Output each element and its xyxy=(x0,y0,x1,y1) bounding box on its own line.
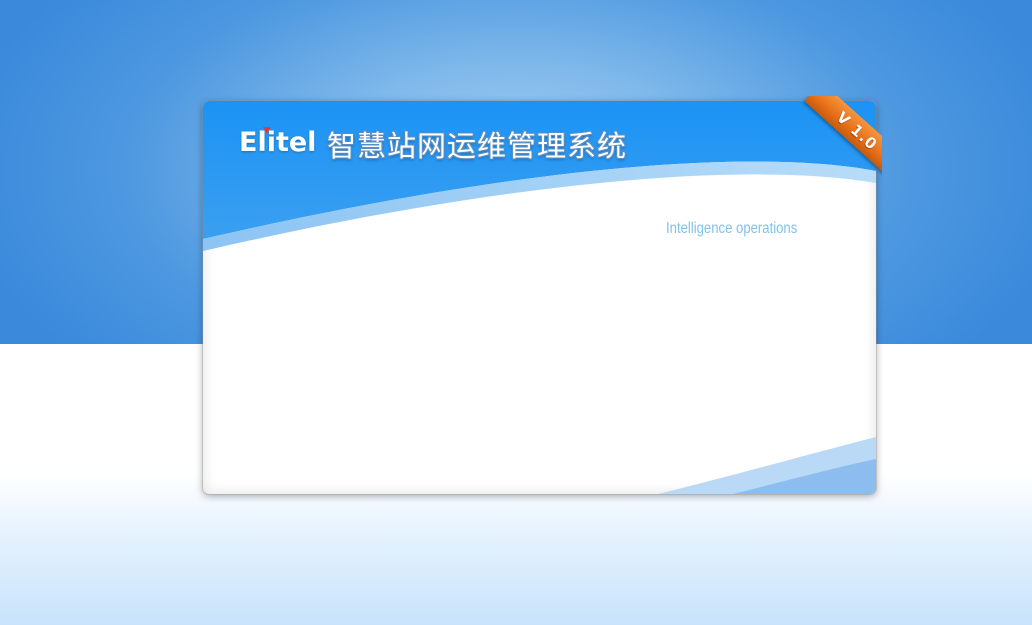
elitel-logo: Elitel xyxy=(239,127,317,158)
login-panel: Elitel 智慧站网运维管理系统 Intelligence operation… xyxy=(203,101,876,494)
login-page: Elitel 智慧站网运维管理系统 Intelligence operation… xyxy=(0,0,1032,625)
system-title: 智慧站网运维管理系统 xyxy=(327,129,628,163)
system-subtitle: Intelligence operations xyxy=(666,220,798,237)
logo-accent-mark xyxy=(263,127,271,134)
